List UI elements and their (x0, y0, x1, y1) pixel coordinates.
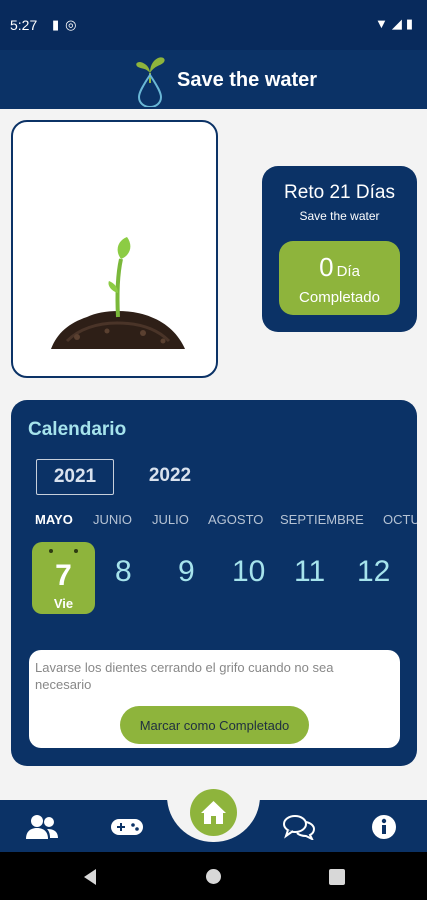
calendar-title: Calendario (28, 419, 127, 440)
sprout-drop-logo (136, 57, 165, 107)
day-word: Día (336, 263, 360, 280)
month-tab-octubre[interactable]: OCTU (383, 512, 417, 527)
day-counter: 0 Día Completado (279, 241, 400, 315)
month-tab-mayo[interactable]: MAYO (35, 512, 73, 527)
month-tab-julio[interactable]: JULIO (152, 512, 189, 527)
day-count: 0 (319, 252, 334, 282)
day-dot (49, 549, 53, 553)
home-button[interactable] (190, 789, 237, 836)
challenge-subtitle: Save the water (299, 209, 380, 223)
day-completed-label: Completado (299, 289, 380, 306)
recent-apps-icon[interactable] (329, 869, 345, 885)
day-selected-number: 7 (55, 559, 72, 592)
back-icon[interactable] (82, 868, 98, 886)
app-title: Save the water (177, 69, 318, 91)
day-item[interactable]: 9 (178, 555, 195, 589)
day-item[interactable]: 10 (232, 555, 265, 589)
signal-icon: ◢ (391, 16, 406, 31)
month-tab-agosto[interactable]: AGOSTO (208, 512, 263, 527)
users-icon[interactable] (25, 814, 59, 840)
year-tab-2022[interactable]: 2022 (131, 459, 209, 495)
month-tab-septiembre[interactable]: SEPTIEMBRE (280, 512, 364, 527)
home-icon (201, 801, 226, 824)
status-notification-icons: ▮◎ (52, 17, 83, 33)
chat-icon[interactable] (282, 814, 316, 840)
status-bar: 5:27 ▮◎ ▼◢▮ (0, 0, 427, 50)
notification-icon: ◎ (65, 17, 83, 32)
task-text: Lavarse los dientes cerrando el grifo cu… (35, 660, 334, 692)
day-dot (74, 549, 78, 553)
day-item[interactable]: 11 (294, 555, 325, 589)
android-home-icon[interactable] (205, 868, 222, 885)
wifi-icon: ▼ (374, 16, 392, 31)
sd-card-icon: ▮ (52, 17, 66, 32)
task-box: Lavarse los dientes cerrando el grifo cu… (29, 650, 400, 748)
info-icon[interactable] (367, 814, 401, 840)
month-tab-junio[interactable]: JUNIO (93, 512, 132, 527)
challenge-title: Reto 21 Días (284, 182, 395, 203)
battery-icon: ▮ (405, 16, 417, 31)
day-item[interactable]: 12 (357, 555, 390, 589)
calendar-card: Calendario 2021 2022 MAYO JUNIO JULIO AG… (11, 400, 417, 766)
app-header: Save the water (0, 50, 427, 109)
day-item[interactable]: 8 (115, 555, 132, 589)
challenge-card: Reto 21 Días Save the water 0 Día Complet… (262, 166, 417, 332)
status-system-icons: ▼◢▮ (375, 16, 417, 32)
year-tab-2021[interactable]: 2021 (36, 459, 114, 495)
status-time: 5:27 (10, 17, 38, 33)
mark-completed-button[interactable]: Marcar como Completado (120, 706, 309, 744)
sprout-in-soil-illustration (51, 237, 185, 349)
gamepad-icon[interactable] (110, 814, 144, 840)
plant-card (11, 120, 218, 378)
day-selected-weekday: Vie (53, 596, 74, 611)
android-navigation-bar (0, 852, 427, 900)
day-selected[interactable]: 7 Vie (32, 542, 95, 614)
